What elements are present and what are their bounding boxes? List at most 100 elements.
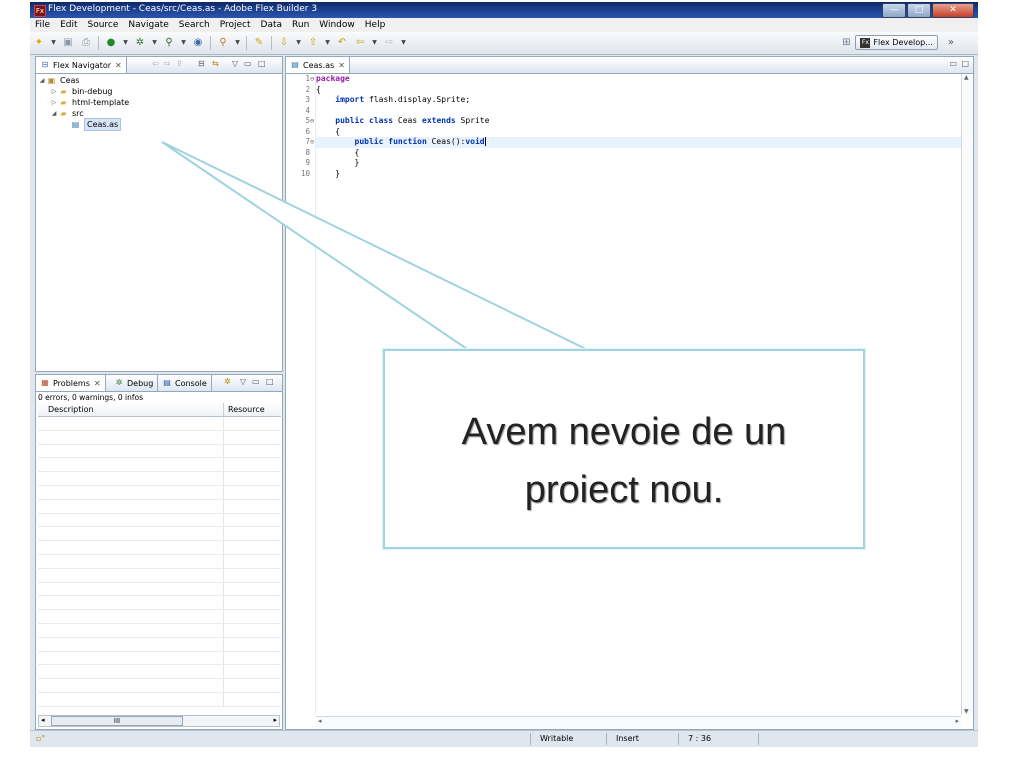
tree-node-ceas[interactable]: ◢ ▣ Ceas [38,75,129,86]
fold-icon[interactable]: ⊖ [310,116,314,127]
maximize-icon[interactable]: □ [266,377,274,386]
menu-navigate[interactable]: Navigate [123,18,173,32]
expanded-arrow-icon[interactable]: ◢ [38,75,46,86]
code-line[interactable]: 2{ [305,85,961,96]
close-icon[interactable]: ✕ [115,61,122,70]
flex-development-perspective-button[interactable]: Fx Flex Develop... [855,35,938,50]
scrollbar-thumb[interactable]: III [51,716,183,726]
tab-debug[interactable]: ✲ Debug [110,375,159,391]
scroll-left-icon[interactable]: ◂ [318,717,322,725]
menu-search[interactable]: Search [174,18,215,32]
minimize-icon[interactable]: ▭ [244,59,252,68]
chevron-down-icon[interactable]: ▼ [122,36,129,50]
expanded-arrow-icon[interactable]: ◢ [50,108,58,119]
title-bar[interactable]: Fx Flex Development - Ceas/src/Ceas.as -… [30,2,978,18]
scroll-down-icon[interactable]: ▼ [964,708,969,715]
scroll-right-icon[interactable]: ▸ [955,717,959,725]
close-button[interactable]: ✕ [932,3,974,18]
code-line[interactable]: 6 { [305,127,961,138]
save-icon[interactable]: ▣ [61,36,75,50]
menu-window[interactable]: Window [314,18,360,32]
up-icon[interactable]: ⇪ [176,59,183,68]
column-resource[interactable]: Resource [224,403,278,416]
menu-help[interactable]: Help [360,18,391,32]
link-editor-icon[interactable]: ⇆ [212,59,219,68]
previous-annotation-icon[interactable]: ⇧ [306,36,320,50]
menu-edit[interactable]: Edit [55,18,82,32]
tree-node-html-template[interactable]: ▷ ▰ html-template [38,97,130,108]
debug-icon[interactable]: ✲ [133,36,147,50]
view-menu-icon[interactable]: ▽ [232,59,238,68]
maximize-icon[interactable]: □ [258,59,266,68]
chevron-down-icon[interactable]: ▼ [234,36,241,50]
collapsed-arrow-icon[interactable]: ▷ [50,97,58,108]
table-cell [224,514,278,527]
tab-ceas-as[interactable]: ▤ Ceas.as ✕ [286,57,350,73]
scroll-up-icon[interactable]: ▲ [964,74,969,81]
current-code-line[interactable]: 7 ⊖ public function Ceas():void [305,137,961,148]
menu-source[interactable]: Source [83,18,124,32]
tree-node-bin-debug[interactable]: ▷ ▰ bin-debug [38,86,129,97]
menu-data[interactable]: Data [256,18,288,32]
tree-node-ceas-as[interactable]: ▤ Ceas.as [38,118,129,131]
menu-run[interactable]: Run [287,18,314,32]
pencil-icon[interactable]: ✎ [252,36,266,50]
close-icon[interactable]: ✕ [338,61,345,70]
maximize-icon[interactable]: □ [961,59,969,68]
vertical-scrollbar[interactable]: ▲ ▼ [961,74,973,715]
code-line[interactable]: 8 { [305,148,961,159]
tab-problems[interactable]: ▦ Problems ✕ [36,375,106,391]
run-icon[interactable]: ● [104,36,118,50]
menu-project[interactable]: Project [215,18,256,32]
back-icon[interactable]: ⇦ [353,36,367,50]
filter-icon[interactable]: ✲ [224,377,231,386]
status-icon[interactable]: ▫° [36,734,45,743]
forward-icon[interactable]: ⇨ [382,36,396,50]
scroll-right-icon[interactable]: ▸ [273,716,277,724]
last-edit-icon[interactable]: ↶ [335,36,349,50]
search-icon[interactable]: ⚲ [216,36,230,50]
chevron-down-icon[interactable]: ▼ [50,36,57,50]
chevron-down-icon[interactable]: ▼ [371,36,378,50]
chevron-down-icon[interactable]: ▼ [180,36,187,50]
fold-icon[interactable]: ⊖ [310,137,314,148]
chevron-down-icon[interactable]: ▼ [295,36,302,50]
next-annotation-icon[interactable]: ⇩ [277,36,291,50]
chevron-down-icon[interactable]: ▼ [151,36,158,50]
back-icon[interactable]: ⇦ [152,59,159,68]
code-line[interactable]: 10 } [301,169,961,180]
code-line[interactable]: 1 ⊖ package [305,74,961,85]
perspective-chevron[interactable]: » [948,37,954,48]
menu-file[interactable]: File [30,18,55,32]
code-line[interactable]: 4 [305,106,961,117]
editor-horizontal-scrollbar[interactable]: ◂ ▸ [316,716,961,728]
close-icon[interactable]: ✕ [94,379,101,388]
view-menu-icon[interactable]: ▽ [240,377,246,386]
table-cell [224,596,278,609]
forward-icon[interactable]: ⇨ [164,59,171,68]
collapse-all-icon[interactable]: ⊟ [198,59,205,68]
print-icon[interactable]: ⎙ [79,36,93,50]
new-icon[interactable]: ✦ [32,36,46,50]
chevron-down-icon[interactable]: ▼ [324,36,331,50]
open-perspective-icon[interactable]: ⊞ [839,36,853,50]
minimize-icon[interactable]: ▭ [252,377,260,386]
chevron-down-icon[interactable]: ▼ [400,36,407,50]
collapsed-arrow-icon[interactable]: ▷ [50,86,58,97]
export-icon[interactable]: ◉ [191,36,205,50]
code-line[interactable]: 3 import flash.display.Sprite; [305,95,961,106]
code-line[interactable]: 9 } [305,158,961,169]
horizontal-scrollbar[interactable]: ◂ III ▸ [38,715,280,727]
profile-icon[interactable]: ⚲ [162,36,176,50]
minimize-button[interactable]: — [882,3,906,18]
minimize-icon[interactable]: ▭ [949,59,957,68]
maximize-button[interactable]: □ [907,3,931,18]
code-text: public function Ceas():void [354,137,485,146]
tab-console[interactable]: ▤ Console [158,375,212,391]
table-cell [38,610,224,623]
column-description[interactable]: Description [38,403,224,416]
scroll-left-icon[interactable]: ◂ [41,716,45,724]
fold-icon[interactable]: ⊖ [310,74,314,85]
code-line[interactable]: 5 ⊖ public class Ceas extends Sprite [305,116,961,127]
tab-flex-navigator[interactable]: ⊟ Flex Navigator ✕ [36,57,127,73]
